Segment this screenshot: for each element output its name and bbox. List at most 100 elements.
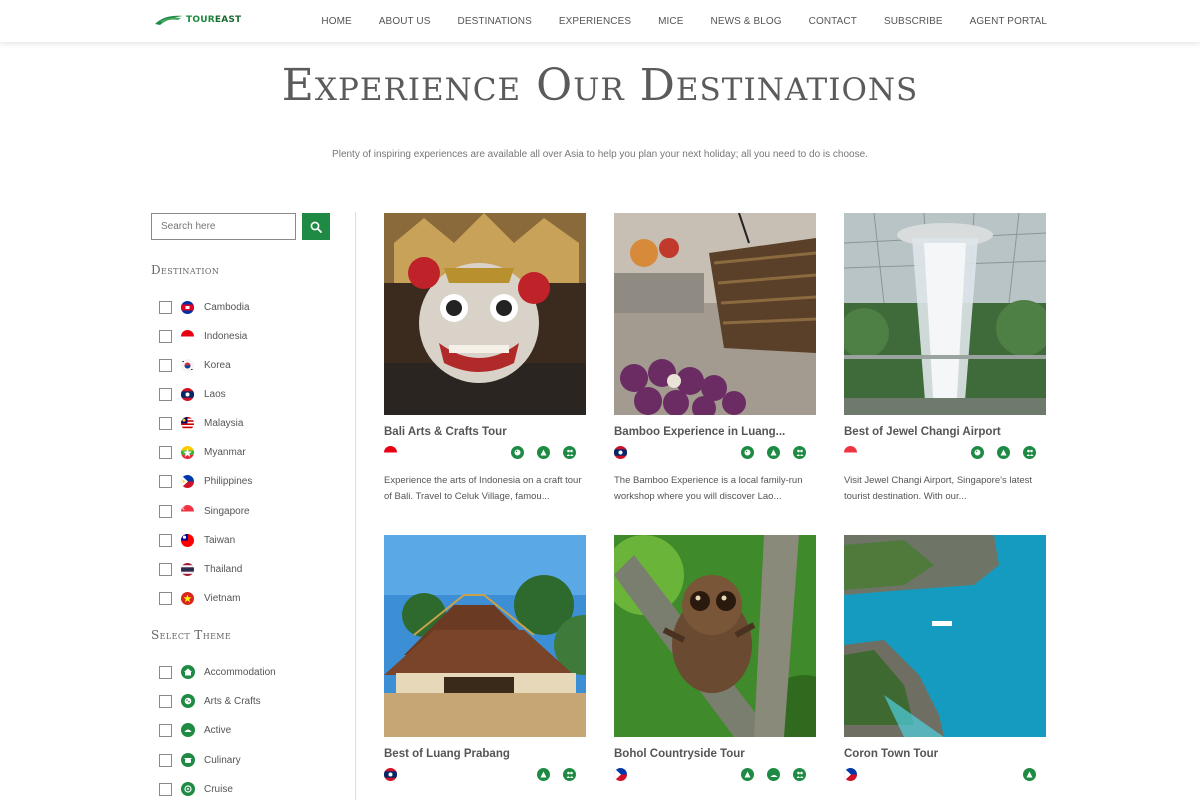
nav-home[interactable]: HOME xyxy=(321,16,351,27)
experience-card-luang-prabang[interactable]: Best of Luang Prabang xyxy=(384,535,586,782)
card-description: Experience the arts of Indonesia on a cr… xyxy=(384,475,582,502)
malaysia-flag-icon xyxy=(181,416,194,430)
experience-card-bali[interactable]: Bali Arts & Crafts Tour Experience the a… xyxy=(384,213,586,505)
checkbox[interactable] xyxy=(159,416,172,430)
tour-east-logo[interactable]: TOUREAST xyxy=(154,12,241,28)
checkbox[interactable] xyxy=(159,591,172,605)
nav-mice[interactable]: MICE xyxy=(658,16,683,27)
coron-lagoon-image[interactable] xyxy=(844,535,1046,737)
theme-label: Culinary xyxy=(204,754,241,766)
checkbox[interactable] xyxy=(159,782,172,796)
singapore-flag-icon xyxy=(181,504,194,518)
card-title[interactable]: Bamboo Experience in Luang... xyxy=(614,426,816,438)
checkbox[interactable] xyxy=(159,358,172,372)
arts-crafts-icon xyxy=(181,694,195,708)
myanmar-flag-icon xyxy=(181,445,194,459)
search-icon xyxy=(310,221,322,233)
experience-card-bohol[interactable]: Bohol Countryside Tour xyxy=(614,535,816,782)
theme-filter-culinary[interactable]: Culinary xyxy=(159,751,241,769)
checkbox[interactable] xyxy=(159,753,172,767)
laos-flag-icon xyxy=(614,446,627,459)
arts-crafts-icon xyxy=(971,446,984,459)
card-title[interactable]: Bali Arts & Crafts Tour xyxy=(384,426,586,438)
theme-label: Cruise xyxy=(204,783,233,795)
cruise-icon xyxy=(767,768,780,781)
card-title[interactable]: Best of Jewel Changi Airport xyxy=(844,426,1046,438)
destination-filter-philippines[interactable]: Philippines xyxy=(159,472,252,490)
luang-prabang-temple-image[interactable] xyxy=(384,535,586,737)
destination-filter-indonesia[interactable]: Indonesia xyxy=(159,327,247,345)
nav-destinations[interactable]: DESTINATIONS xyxy=(458,16,532,27)
destination-filter-thailand[interactable]: Thailand xyxy=(159,560,242,578)
community-icon xyxy=(793,768,806,781)
logo-swoosh-icon xyxy=(155,15,183,25)
destination-filter-vietnam[interactable]: Vietnam xyxy=(159,589,241,607)
destination-filter-myanmar[interactable]: Myanmar xyxy=(159,443,246,461)
destination-label: Singapore xyxy=(204,505,250,517)
community-icon xyxy=(1023,446,1036,459)
arts-crafts-icon xyxy=(741,446,754,459)
destination-filter-laos[interactable]: Laos xyxy=(159,385,226,403)
community-icon xyxy=(563,768,576,781)
laos-flag-icon xyxy=(384,768,397,781)
card-title[interactable]: Coron Town Tour xyxy=(844,748,1046,760)
search-button[interactable] xyxy=(302,213,330,240)
destination-filter-taiwan[interactable]: Taiwan xyxy=(159,531,235,549)
card-description: The Bamboo Experience is a local family-… xyxy=(614,475,803,502)
destination-filter-cambodia[interactable]: Cambodia xyxy=(159,298,250,316)
checkbox[interactable] xyxy=(159,474,172,488)
theme-label: Arts & Crafts xyxy=(204,695,261,707)
logo-text-east: EAST xyxy=(214,15,242,25)
experience-card-coron[interactable]: Coron Town Tour xyxy=(844,535,1046,782)
theme-filter-arts-crafts[interactable]: Arts & Crafts xyxy=(159,692,261,710)
destination-label: Philippines xyxy=(204,475,253,487)
theme-filter-active[interactable]: Active xyxy=(159,721,231,739)
experience-card-jewel-changi[interactable]: Best of Jewel Changi Airport Visit Jewel… xyxy=(844,213,1046,505)
checkbox[interactable] xyxy=(159,387,172,401)
nav-news-blog[interactable]: NEWS & BLOG xyxy=(711,16,782,27)
indonesia-flag-icon xyxy=(384,446,397,459)
cambodia-flag-icon xyxy=(181,300,194,314)
checkbox[interactable] xyxy=(159,665,172,679)
bamboo-basket-image[interactable] xyxy=(614,213,816,415)
checkbox[interactable] xyxy=(159,562,172,576)
checkbox[interactable] xyxy=(159,533,172,547)
checkbox[interactable] xyxy=(159,694,172,708)
nav-subscribe[interactable]: SUBSCRIBE xyxy=(884,16,943,27)
jewel-changi-image[interactable] xyxy=(844,213,1046,415)
indonesia-flag-icon xyxy=(181,329,194,343)
nav-about-us[interactable]: ABOUT US xyxy=(379,16,431,27)
experience-card-bamboo[interactable]: Bamboo Experience in Luang... The Bamboo… xyxy=(614,213,816,505)
checkbox[interactable] xyxy=(159,723,172,737)
nav-experiences[interactable]: EXPERIENCES xyxy=(559,16,631,27)
active-icon xyxy=(181,723,195,737)
checkbox[interactable] xyxy=(159,329,172,343)
cruise-icon xyxy=(181,782,195,796)
bohol-tarsier-image[interactable] xyxy=(614,535,816,737)
theme-filter-accommodation[interactable]: Accommodation xyxy=(159,663,276,681)
card-title[interactable]: Bohol Countryside Tour xyxy=(614,748,816,760)
checkbox[interactable] xyxy=(159,300,172,314)
page-title: Experience Our Destinations xyxy=(281,60,919,111)
destination-filter-korea[interactable]: Korea xyxy=(159,356,231,374)
nav-agent-portal[interactable]: AGENT PORTAL xyxy=(970,16,1047,27)
philippines-flag-icon xyxy=(614,768,627,781)
laos-flag-icon xyxy=(181,387,194,401)
destination-label: Laos xyxy=(204,388,226,400)
culinary-icon xyxy=(181,753,195,767)
active-icon xyxy=(1023,768,1036,781)
main-nav: HOME ABOUT US DESTINATIONS EXPERIENCES M… xyxy=(321,0,1047,42)
destination-label: Malaysia xyxy=(204,417,244,429)
destination-label: Taiwan xyxy=(204,534,236,546)
philippines-flag-icon xyxy=(844,768,857,781)
card-description: Visit Jewel Changi Airport, Singapore's … xyxy=(844,475,1033,502)
destination-filter-malaysia[interactable]: Malaysia xyxy=(159,414,243,432)
checkbox[interactable] xyxy=(159,504,172,518)
card-title[interactable]: Best of Luang Prabang xyxy=(384,748,586,760)
nav-contact[interactable]: CONTACT xyxy=(809,16,857,27)
theme-filter-cruise[interactable]: Cruise xyxy=(159,780,233,798)
destination-filter-singapore[interactable]: Singapore xyxy=(159,502,250,520)
bali-mask-image[interactable] xyxy=(384,213,586,415)
search-input[interactable] xyxy=(151,213,296,240)
checkbox[interactable] xyxy=(159,445,172,459)
